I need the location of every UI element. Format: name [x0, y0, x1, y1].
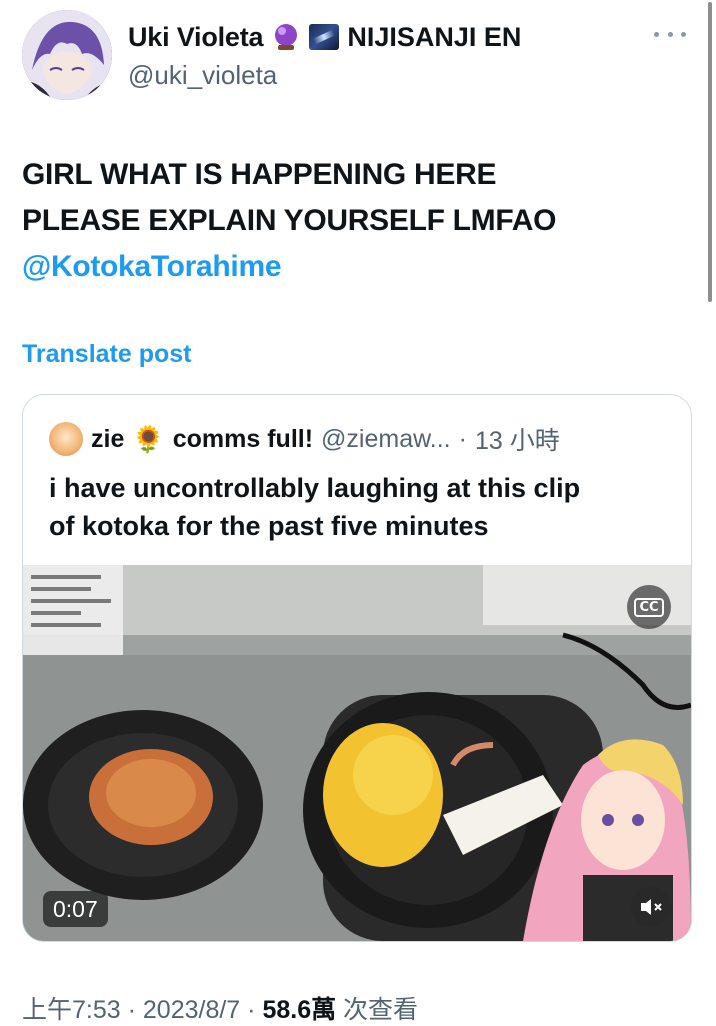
quoted-text-line: i have uncontrollably laughing at this c… [49, 473, 581, 503]
mention-link[interactable]: @KotokaTorahime [22, 244, 692, 290]
more-options-icon[interactable] [654, 28, 686, 40]
quoted-post[interactable]: zie 🌻 comms full! @ziemaw... · 13 小時 i h… [22, 394, 692, 942]
post-text: GIRL WHAT IS HAPPENING HERE PLEASE EXPLA… [22, 152, 692, 290]
post-header: Uki Violeta NIJISANJI EN @uki_violeta [22, 10, 692, 105]
quoted-text: i have uncontrollably laughing at this c… [49, 469, 669, 545]
captions-button[interactable]: CC [627, 585, 671, 629]
video-duration: 0:07 [43, 891, 108, 927]
post-metadata: 上午7:53 · 2023/8/7 · 58.6萬 次查看 [22, 990, 418, 1026]
quoted-handle: @ziemaw... [321, 424, 451, 453]
quoted-text-line: of kotoka for the past five minutes [49, 511, 489, 541]
video-player[interactable]: CC 0:07 [23, 565, 691, 941]
separator: · [120, 996, 143, 1024]
post-text-line: PLEASE EXPLAIN YOURSELF LMFAO [22, 204, 557, 237]
handle[interactable]: @uki_violeta [128, 60, 277, 91]
view-count: 58.6萬 [262, 996, 337, 1024]
affiliation: NIJISANJI EN [347, 21, 522, 52]
separator: · [240, 996, 263, 1024]
post-date[interactable]: 2023/8/7 [143, 996, 240, 1024]
scrollbar[interactable] [708, 2, 712, 302]
translate-post-link[interactable]: Translate post [22, 340, 192, 369]
display-name[interactable]: Uki Violeta [128, 22, 264, 53]
quoted-name-suffix: comms full! [172, 424, 314, 453]
mute-button[interactable] [631, 887, 671, 927]
separator: · [458, 424, 467, 453]
post-time[interactable]: 上午7:53 [22, 996, 121, 1024]
view-count-label: 次查看 [336, 996, 419, 1024]
galaxy-icon [309, 24, 340, 50]
name-row: Uki Violeta NIJISANJI EN [128, 20, 521, 54]
avatar[interactable] [22, 10, 112, 100]
quoted-name: zie [91, 424, 125, 453]
muted-speaker-icon [641, 899, 662, 915]
sunflower-icon: 🌻 [132, 423, 165, 454]
quoted-avatar[interactable] [49, 422, 83, 456]
post-text-line: GIRL WHAT IS HAPPENING HERE [22, 158, 497, 191]
video-frame [23, 565, 691, 941]
captions-label: CC [634, 597, 664, 617]
crystal-ball-icon [271, 22, 301, 52]
quoted-time: 13 小時 [474, 427, 560, 455]
quoted-post-header: zie 🌻 comms full! @ziemaw... · 13 小時 [49, 419, 560, 459]
